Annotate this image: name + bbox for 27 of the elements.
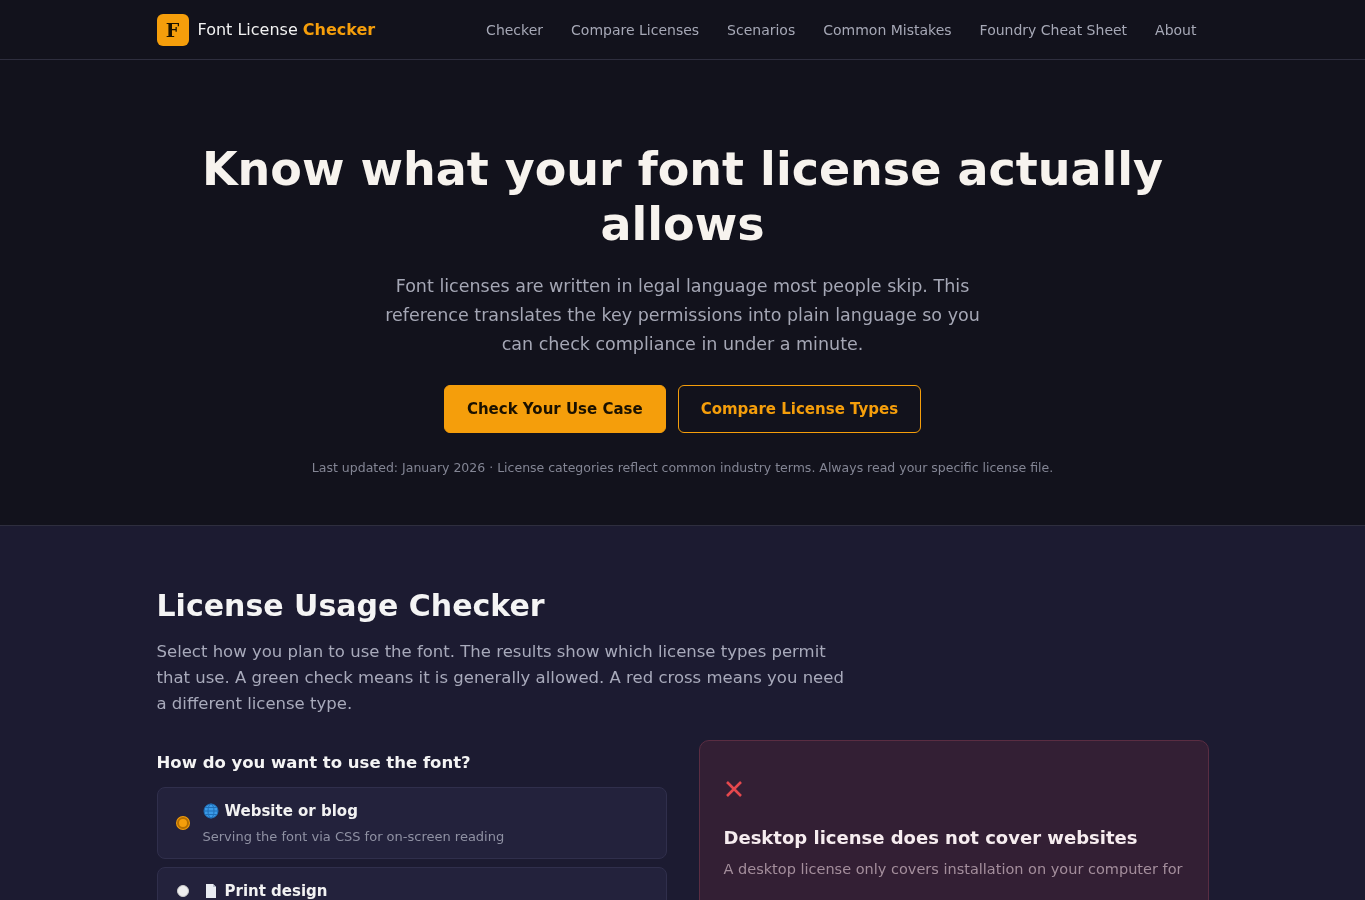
nav-link[interactable]: Foundry Cheat Sheet — [979, 21, 1128, 38]
nav-link[interactable]: Common Mistakes — [823, 21, 952, 38]
question-heading: How do you want to use the font? — [156, 753, 472, 772]
use-option[interactable]: Print design — [156, 867, 667, 900]
result-title: Desktop license does not cover websites — [723, 827, 1139, 848]
site-title[interactable]: Font License Checker — [197, 20, 376, 39]
section-intro: Select how you plan to use the font. The results show which license types permit that use. A green check means it is generally allowed. A red cross means you need a different license type. — [156, 641, 845, 715]
update-note: Last updated: January 2026 · License categories reflect common industry terms. Always read your specific license file. — [310, 460, 1055, 475]
radio-button[interactable] — [176, 817, 189, 829]
nav-link[interactable]: Checker — [486, 21, 544, 38]
logo-icon: F — [156, 13, 189, 46]
hero-title: Know what your font license actually allows — [200, 142, 1165, 252]
globe-icon — [202, 803, 219, 819]
radio-button[interactable] — [176, 885, 189, 897]
nav-link[interactable]: Compare Licenses — [571, 21, 700, 38]
hero-lead: Font licenses are written in legal language most people skip. This reference translates the key permissions into plain language so you can check compliance in under a minute. — [384, 275, 981, 356]
check-use-case-button[interactable]: Check Your Use Case — [443, 385, 666, 433]
option-label: Print design — [224, 882, 328, 900]
option-label: Website or blog — [224, 802, 358, 820]
nav-link[interactable]: About — [1155, 21, 1197, 38]
compare-licenses-button[interactable]: Compare License Types — [677, 385, 922, 433]
result-text: A desktop license only covers installation on your computer for — [723, 861, 1184, 877]
option-description: Serving the font via CSS for on-screen reading — [202, 829, 505, 844]
nav-link[interactable]: Scenarios — [727, 21, 796, 38]
use-option[interactable]: Website or blog Serving the font via CSS for on-screen reading — [156, 787, 667, 859]
section-title: License Usage Checker — [156, 588, 546, 623]
cross-icon — [723, 779, 744, 799]
